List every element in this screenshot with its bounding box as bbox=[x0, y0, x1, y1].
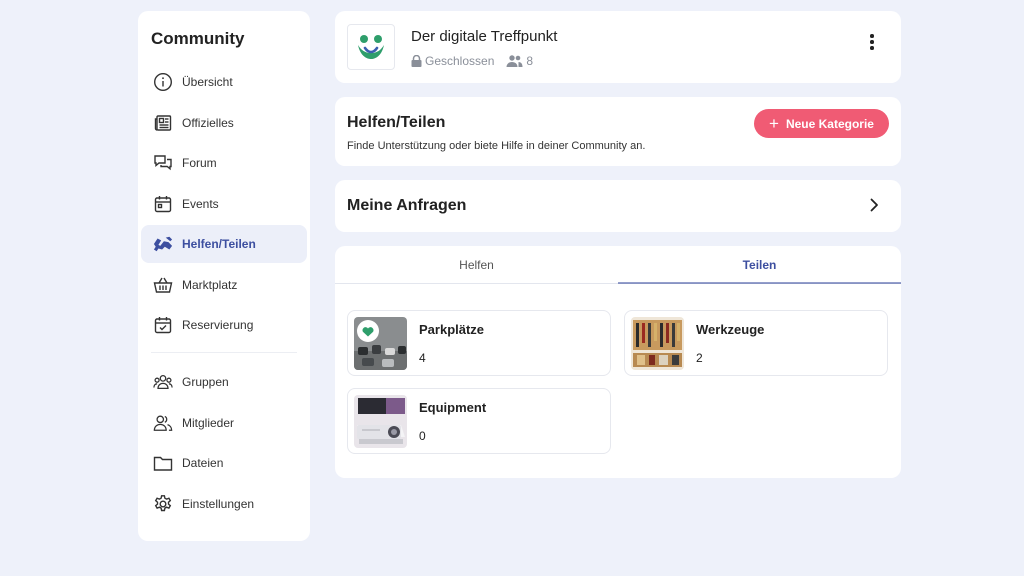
sidebar-item-label: Einstellungen bbox=[182, 496, 255, 511]
category-count: 4 bbox=[419, 351, 426, 365]
group-header: Der digitale Treffpunkt Geschlossen 8 bbox=[335, 11, 901, 83]
tab-helfen[interactable]: Helfen bbox=[335, 246, 618, 283]
category-name: Werkzeuge bbox=[696, 322, 765, 337]
sidebar-item-mitglieder[interactable]: Mitglieder bbox=[141, 404, 307, 442]
tab-bar: Helfen Teilen bbox=[335, 246, 901, 284]
info-icon bbox=[152, 71, 174, 93]
kebab-dot bbox=[870, 40, 874, 44]
gear-icon bbox=[152, 493, 174, 515]
sidebar-divider bbox=[151, 352, 297, 353]
basket-icon bbox=[152, 274, 174, 296]
page-subtitle: Finde Unterstützung oder biete Hilfe in … bbox=[347, 140, 646, 152]
newspaper-icon bbox=[152, 112, 174, 134]
member-count: 8 bbox=[506, 54, 533, 68]
my-requests-link[interactable]: Meine Anfragen bbox=[335, 180, 901, 232]
category-name: Parkplätze bbox=[419, 322, 485, 337]
sidebar-item-label: Reservierung bbox=[182, 318, 254, 332]
category-card-werkzeuge[interactable]: Werkzeuge 2 bbox=[624, 310, 888, 376]
category-card-parkplaetze[interactable]: Parkplätze 4 bbox=[347, 310, 611, 376]
sidebar-item-label: Dateien bbox=[182, 456, 224, 470]
plus-icon: + bbox=[769, 114, 779, 133]
page-title: Helfen/Teilen bbox=[347, 114, 446, 131]
group-logo bbox=[347, 24, 395, 70]
sidebar-item-marktplatz[interactable]: Marktplatz bbox=[141, 266, 307, 304]
sidebar-item-events[interactable]: Events bbox=[141, 185, 307, 223]
tab-teilen[interactable]: Teilen bbox=[618, 246, 901, 284]
sidebar-title: Community bbox=[151, 29, 245, 48]
parking-thumbnail bbox=[354, 317, 407, 370]
sidebar-item-uebersicht[interactable]: Übersicht bbox=[141, 63, 307, 101]
sidebar-item-gruppen[interactable]: Gruppen bbox=[141, 363, 307, 401]
member-count-value: 8 bbox=[526, 54, 534, 68]
sidebar-item-label: Übersicht bbox=[182, 75, 233, 89]
tools-thumbnail bbox=[631, 317, 684, 370]
sidebar-item-label: Marktplatz bbox=[182, 277, 238, 292]
calendar-check-icon bbox=[152, 314, 174, 336]
chevron-right-icon bbox=[870, 198, 878, 212]
category-card-equipment[interactable]: Equipment 0 bbox=[347, 388, 611, 454]
sidebar-item-dateien[interactable]: Dateien bbox=[141, 444, 307, 482]
section-intro: Helfen/Teilen Finde Unterstützung oder b… bbox=[335, 97, 901, 166]
members-icon bbox=[506, 55, 523, 67]
new-category-label: Neue Kategorie bbox=[785, 116, 874, 131]
category-count: 2 bbox=[696, 351, 703, 365]
sidebar: Community Übersicht Offizielles Forum Ev… bbox=[138, 11, 310, 541]
sidebar-item-forum[interactable]: Forum bbox=[141, 144, 307, 182]
sidebar-item-reservierung[interactable]: Reservierung bbox=[141, 306, 307, 344]
category-count: 0 bbox=[419, 429, 426, 443]
calendar-icon bbox=[152, 193, 174, 215]
sidebar-item-label: Mitglieder bbox=[182, 415, 235, 430]
handshake-icon bbox=[152, 233, 174, 255]
kebab-dot bbox=[870, 34, 874, 38]
projector-thumbnail bbox=[354, 395, 407, 448]
kebab-dot bbox=[870, 46, 874, 50]
group-name: Der digitale Treffpunkt bbox=[411, 28, 558, 45]
lock-icon bbox=[411, 55, 422, 67]
members-icon bbox=[152, 412, 174, 434]
sidebar-item-label: Gruppen bbox=[182, 375, 229, 389]
folder-icon bbox=[152, 452, 174, 474]
groups-icon bbox=[152, 371, 174, 393]
sidebar-item-label: Offizielles bbox=[182, 115, 234, 130]
group-meta: Geschlossen 8 bbox=[411, 54, 545, 68]
sidebar-item-offizielles[interactable]: Offizielles bbox=[141, 104, 307, 142]
sidebar-item-label: Helfen/Teilen bbox=[182, 237, 256, 251]
sidebar-item-helfen-teilen[interactable]: Helfen/Teilen bbox=[141, 225, 307, 263]
privacy-label: Geschlossen bbox=[425, 54, 495, 68]
chat-icon bbox=[152, 152, 174, 174]
my-requests-title: Meine Anfragen bbox=[347, 197, 467, 214]
categories-panel: Helfen Teilen Parkplätze 4 Werkzeuge 2 E… bbox=[335, 246, 901, 478]
new-category-button[interactable]: + Neue Kategorie bbox=[754, 109, 889, 138]
community-logo-icon bbox=[358, 35, 384, 59]
privacy-status: Geschlossen bbox=[411, 54, 494, 68]
sidebar-item-label: Events bbox=[182, 196, 219, 211]
more-options-button[interactable] bbox=[865, 31, 879, 53]
sidebar-item-einstellungen[interactable]: Einstellungen bbox=[141, 485, 307, 523]
sidebar-item-label: Forum bbox=[182, 156, 217, 170]
category-name: Equipment bbox=[419, 400, 487, 415]
